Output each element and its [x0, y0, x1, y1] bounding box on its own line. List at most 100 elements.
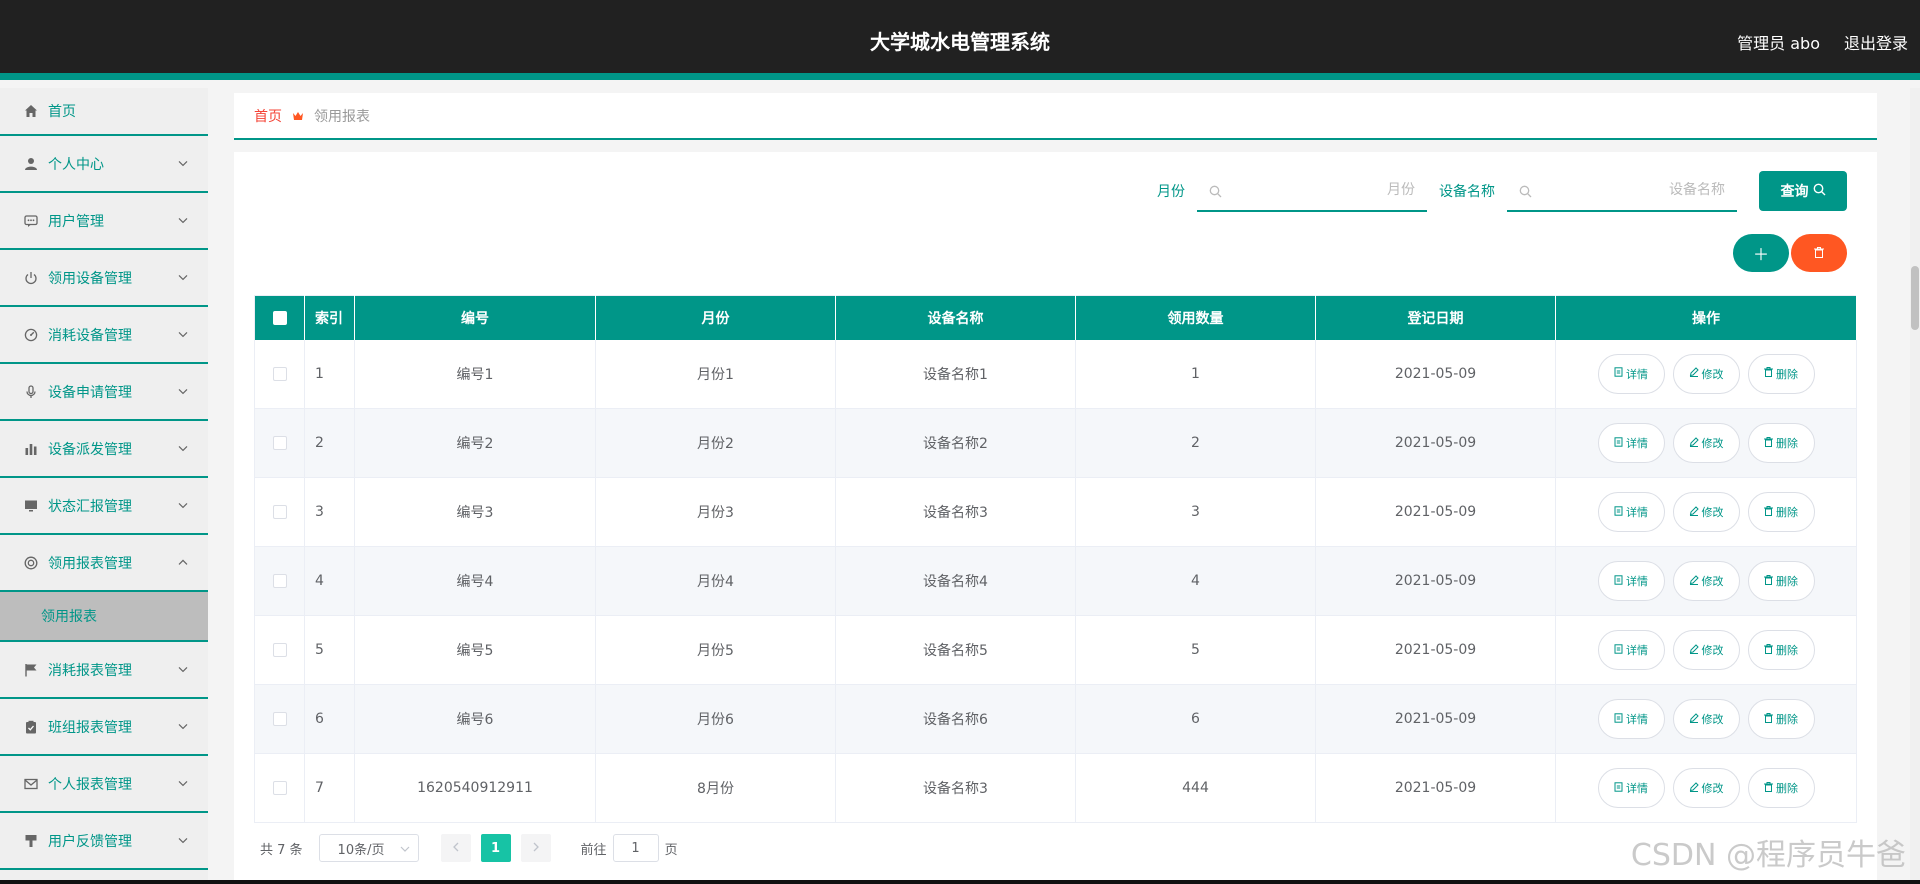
current-user[interactable]: 管理员 abo — [1737, 30, 1820, 54]
cell-index: 2 — [304, 408, 355, 478]
sidebar-item[interactable]: 用户管理 — [0, 193, 208, 250]
document-icon — [1614, 574, 1623, 588]
sidebar-item[interactable]: 个人中心 — [0, 136, 208, 193]
sidebar-item[interactable]: 设备申请管理 — [0, 364, 208, 421]
sidebar-item[interactable]: 班组报表管理 — [0, 699, 208, 756]
next-page-button[interactable] — [520, 834, 551, 862]
document-icon — [1614, 436, 1623, 450]
table-row[interactable]: 6 编号6 月份6 设备名称6 6 2021-05-09 详情 修改 删除 — [254, 684, 1857, 754]
document-icon — [1614, 712, 1623, 726]
page-size-select[interactable]: 10条/页 — [318, 834, 419, 862]
delete-label: 删除 — [1776, 645, 1798, 657]
app-title: 大学城水电管理系统 — [870, 30, 1050, 54]
sidebar-item[interactable]: 用户反馈管理 — [0, 813, 208, 870]
row-checkbox[interactable] — [272, 505, 287, 519]
detail-button[interactable]: 详情 — [1597, 699, 1665, 739]
delete-button[interactable]: 删除 — [1747, 561, 1815, 601]
edit-icon — [1689, 574, 1699, 588]
prev-page-button[interactable] — [440, 834, 471, 862]
delete-button[interactable]: 删除 — [1747, 630, 1815, 670]
breadcrumb-home[interactable]: 首页 — [254, 106, 282, 126]
circle-icon — [23, 555, 39, 571]
row-checkbox[interactable] — [272, 366, 287, 381]
pagination: 共 7 条 10条/页 1 前往 页 — [260, 834, 678, 862]
query-button[interactable]: 查询 — [1759, 171, 1847, 211]
sidebar-item[interactable]: 设备派发管理 — [0, 421, 208, 478]
cell-date: 2021-05-09 — [1315, 615, 1556, 685]
edit-icon — [1689, 781, 1699, 795]
table-row[interactable]: 4 编号4 月份4 设备名称4 4 2021-05-09 详情 修改 删除 — [254, 546, 1857, 616]
cell-number: 编号1 — [354, 339, 596, 409]
row-select-cell — [254, 546, 305, 616]
row-select-cell — [254, 753, 305, 823]
trash-icon — [1764, 574, 1773, 588]
sidebar-item[interactable]: 状态汇报管理 — [0, 478, 208, 535]
sidebar-subitem-usage-report[interactable]: 领用报表 — [0, 592, 208, 642]
sidebar-item[interactable]: 消耗报表管理 — [0, 642, 208, 699]
col-quantity: 领用数量 — [1075, 295, 1316, 340]
detail-button[interactable]: 详情 — [1597, 561, 1665, 601]
delete-button[interactable]: 删除 — [1747, 353, 1815, 394]
cell-quantity: 3 — [1075, 477, 1316, 547]
detail-button[interactable]: 详情 — [1597, 423, 1665, 463]
edit-button[interactable]: 修改 — [1672, 699, 1740, 739]
row-checkbox[interactable] — [272, 574, 287, 588]
chevron-down-icon — [178, 211, 188, 227]
month-input-wrap — [1197, 170, 1427, 212]
table-row[interactable]: 3 编号3 月份3 设备名称3 3 2021-05-09 详情 修改 删除 — [254, 477, 1857, 547]
edit-button[interactable]: 修改 — [1672, 768, 1740, 808]
table-row[interactable]: 2 编号2 月份2 设备名称2 2 2021-05-09 详情 修改 删除 — [254, 408, 1857, 478]
delete-button[interactable]: 删除 — [1747, 423, 1815, 463]
add-button[interactable]: ＋ — [1733, 234, 1789, 272]
edit-button[interactable]: 修改 — [1672, 353, 1740, 394]
edit-button[interactable]: 修改 — [1672, 630, 1740, 670]
cell-index: 7 — [304, 753, 355, 823]
batch-delete-button[interactable] — [1791, 234, 1847, 272]
chevron-down-icon — [178, 774, 188, 790]
cell-date: 2021-05-09 — [1315, 339, 1556, 409]
cell-device-name: 设备名称4 — [835, 546, 1076, 616]
delete-button[interactable]: 删除 — [1747, 768, 1815, 808]
edit-icon — [1689, 643, 1699, 657]
delete-button[interactable]: 删除 — [1747, 492, 1815, 532]
edit-button[interactable]: 修改 — [1672, 561, 1740, 601]
detail-button[interactable]: 详情 — [1597, 353, 1665, 394]
row-checkbox[interactable] — [272, 712, 287, 726]
cell-index: 5 — [304, 615, 355, 685]
logout-link[interactable]: 退出登录 — [1844, 30, 1908, 54]
edit-button[interactable]: 修改 — [1672, 423, 1740, 463]
sidebar-item[interactable]: 领用设备管理 — [0, 250, 208, 307]
row-checkbox[interactable] — [272, 781, 287, 795]
table-row[interactable]: 1 编号1 月份1 设备名称1 1 2021-05-09 详情 修改 删除 — [254, 339, 1857, 409]
device-input-wrap — [1507, 170, 1737, 212]
scroll-thumb[interactable] — [1911, 266, 1919, 330]
cell-number: 1620540912911 — [354, 753, 596, 823]
sidebar-item[interactable]: 消耗设备管理 — [0, 307, 208, 364]
detail-button[interactable]: 详情 — [1597, 768, 1665, 808]
row-checkbox[interactable] — [272, 643, 287, 657]
flag-icon — [23, 662, 39, 678]
table-row[interactable]: 5 编号5 月份5 设备名称5 5 2021-05-09 详情 修改 删除 — [254, 615, 1857, 685]
edit-button[interactable]: 修改 — [1672, 492, 1740, 532]
edit-label: 修改 — [1701, 507, 1724, 519]
cell-operations: 详情 修改 删除 — [1555, 546, 1857, 616]
mail-icon — [23, 776, 39, 792]
sidebar-item[interactable]: 领用报表管理 — [0, 535, 208, 592]
row-checkbox[interactable] — [272, 436, 287, 450]
page-scrollbar[interactable] — [1910, 88, 1920, 884]
goto-page-input[interactable] — [612, 834, 659, 862]
device-name-input[interactable] — [1519, 182, 1725, 198]
page-number-current[interactable]: 1 — [480, 834, 511, 862]
sidebar-item[interactable]: 个人报表管理 — [0, 756, 208, 813]
cell-number: 编号4 — [354, 546, 596, 616]
detail-button[interactable]: 详情 — [1597, 630, 1665, 670]
sidebar-item-home[interactable]: 首页 — [0, 88, 208, 136]
select-all-checkbox[interactable] — [272, 310, 287, 325]
sidebar-item-label: 个人中心 — [48, 156, 104, 173]
detail-button[interactable]: 详情 — [1597, 492, 1665, 532]
month-input[interactable] — [1209, 182, 1415, 198]
table-row[interactable]: 7 1620540912911 8月份 设备名称3 444 2021-05-09 详情 修改 删… — [254, 753, 1857, 823]
trash-icon — [1764, 781, 1773, 795]
row-select-cell — [254, 615, 305, 685]
delete-button[interactable]: 删除 — [1747, 699, 1815, 739]
